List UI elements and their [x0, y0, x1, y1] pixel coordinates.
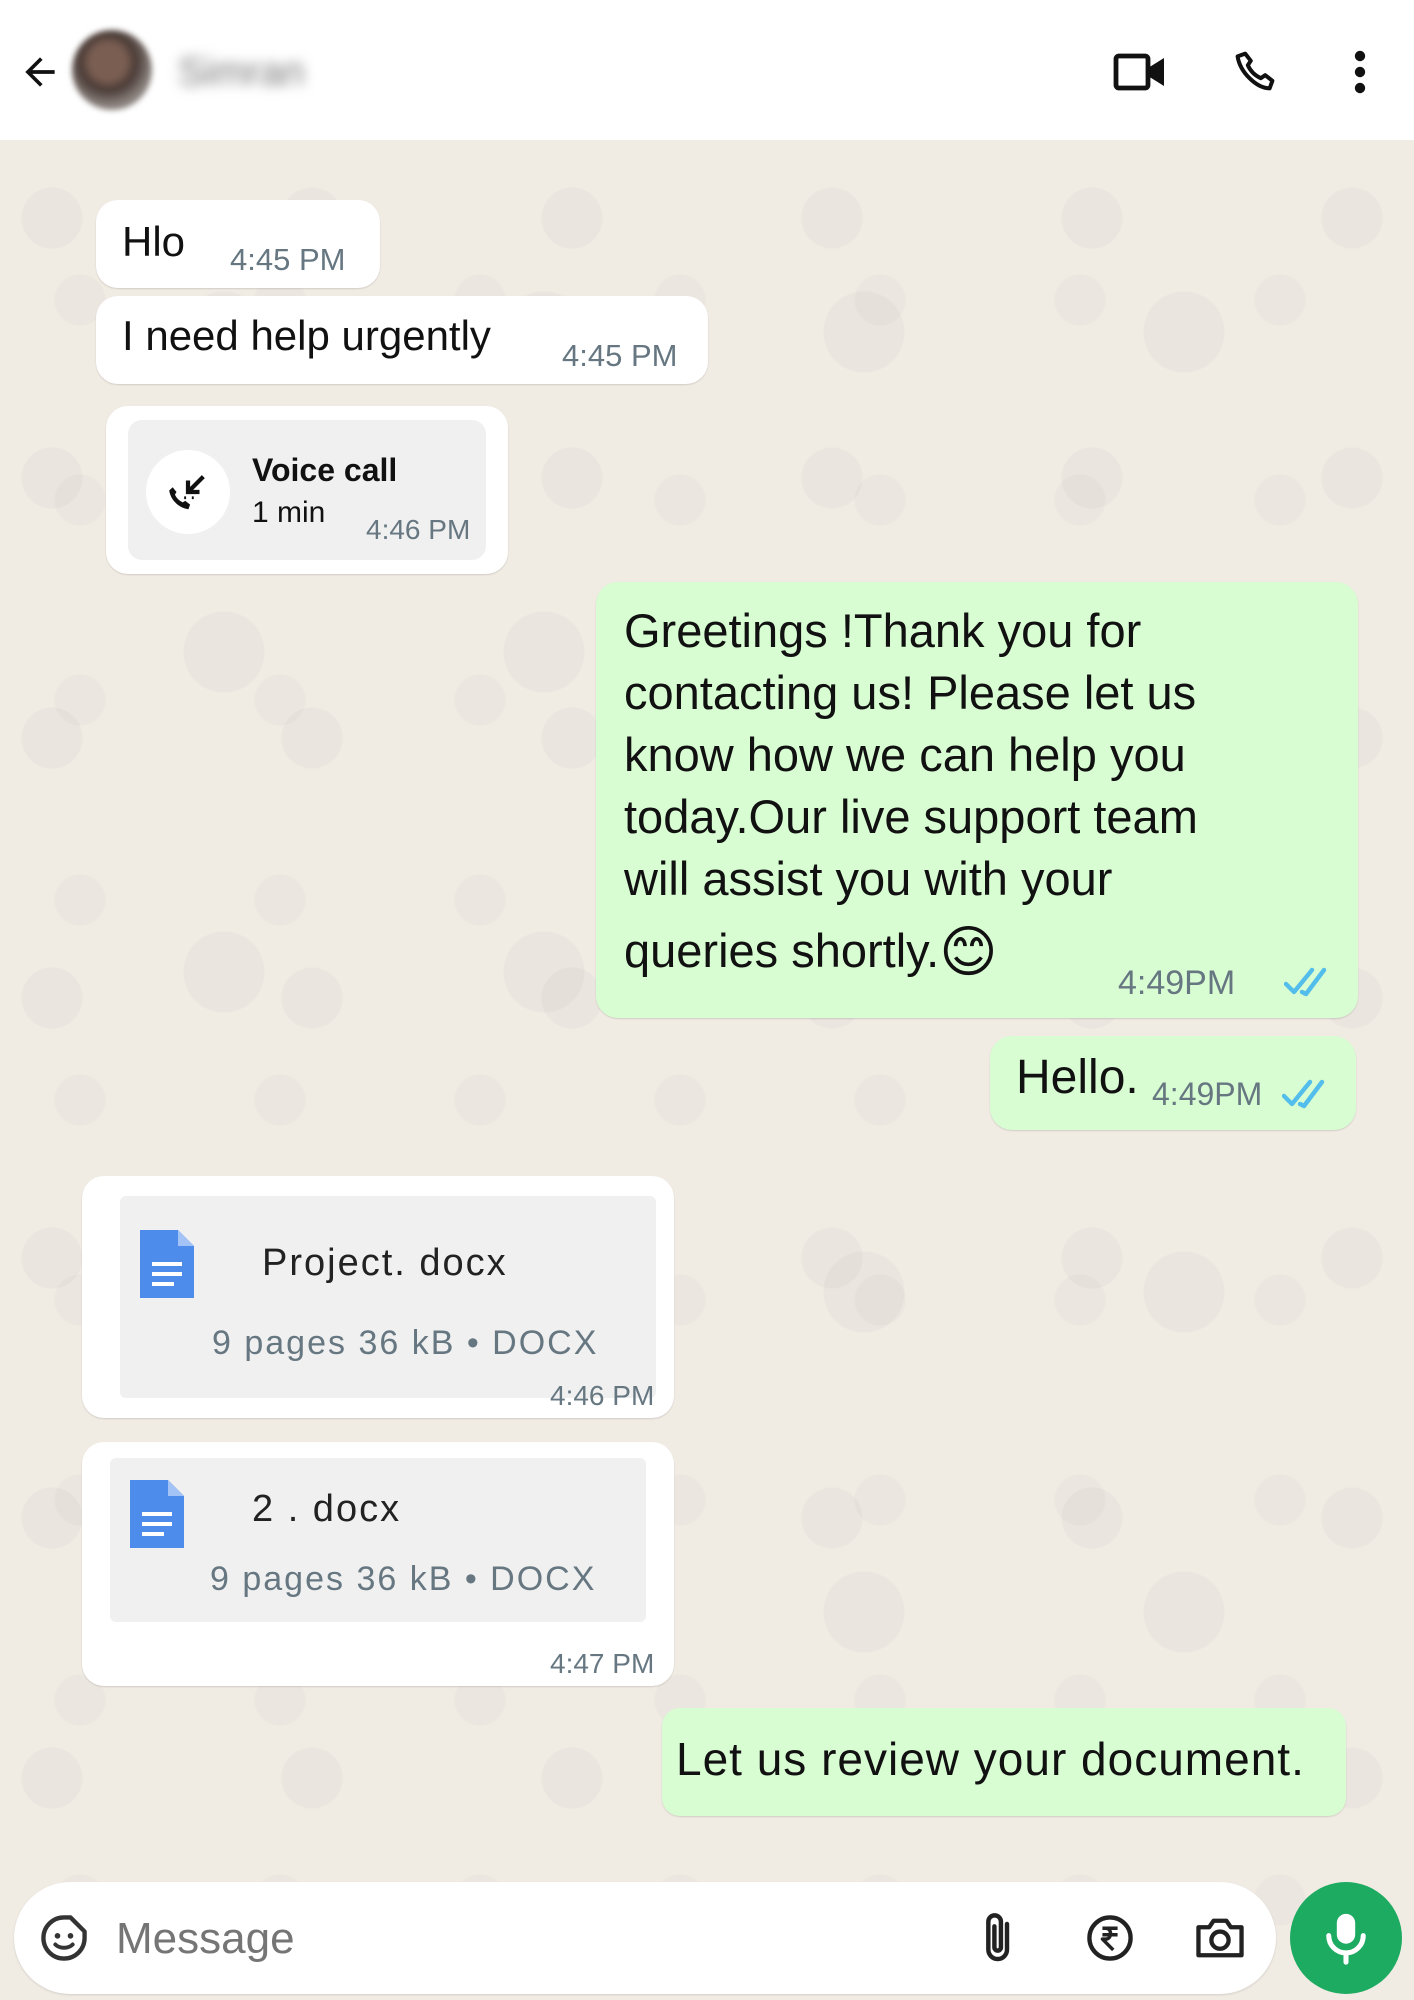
message-line: will assist you with your [624, 852, 1113, 905]
attach-icon[interactable] [978, 1910, 1022, 1971]
document-file-icon [126, 1476, 188, 1557]
message-input[interactable] [114, 1902, 878, 1976]
mic-button[interactable] [1290, 1882, 1402, 1994]
message-line: contacting us! Please let us [624, 666, 1197, 719]
voice-call-bubble[interactable]: Voice call 1 min 4:46 PM [106, 406, 508, 574]
voice-call-title: Voice call [252, 452, 398, 488]
message-bubble-outgoing[interactable]: Greetings !Thank you for contacting us! … [596, 582, 1358, 1018]
document-card[interactable]: Project. docx 9 pages 36 kB • DOCX [120, 1196, 656, 1398]
phone-icon[interactable] [1228, 44, 1284, 100]
back-arrow-icon[interactable] [12, 44, 68, 100]
message-bubble-incoming[interactable]: I need help urgently 4:45 PM [96, 296, 708, 384]
message-bubble-outgoing[interactable]: Hello. 4:49PM [990, 1036, 1356, 1130]
message-time: 4:46 PM [366, 514, 471, 545]
document-name: 2 . docx [252, 1488, 402, 1530]
video-call-icon[interactable] [1108, 44, 1172, 100]
message-time: 4:45 PM [230, 242, 346, 277]
chat-header: Simran [0, 0, 1414, 140]
message-time: 4:46 PM [550, 1380, 655, 1411]
message-line: know how we can help you [624, 728, 1186, 781]
message-text: Hello. [1016, 1051, 1139, 1104]
mic-icon [1326, 1913, 1366, 1965]
message-line: queries shortly. [624, 924, 940, 977]
message-bubble-incoming[interactable]: Hlo 4:45 PM [96, 200, 380, 288]
message-time: 4:47 PM [550, 1648, 655, 1679]
message-composer [14, 1882, 1276, 1994]
document-file-icon [136, 1226, 198, 1307]
message-text: I need help urgently [122, 312, 491, 359]
voice-call-duration: 1 min [252, 496, 326, 529]
message-line: today.Our live support team [624, 790, 1198, 843]
camera-icon[interactable] [1192, 1912, 1248, 1969]
document-bubble[interactable]: Project. docx 9 pages 36 kB • DOCX 4:46 … [82, 1176, 674, 1418]
message-bubble-outgoing[interactable]: Let us review your document. [662, 1708, 1346, 1816]
smiley-emoji: 😊 [939, 920, 998, 983]
document-card[interactable]: 2 . docx 9 pages 36 kB • DOCX [110, 1458, 646, 1622]
message-text: Let us review your document. [676, 1733, 1305, 1785]
message-time: 4:45 PM [562, 338, 678, 373]
contact-name[interactable]: Simran [178, 50, 305, 95]
avatar[interactable] [72, 30, 152, 110]
message-line: Greetings !Thank you for [624, 604, 1142, 657]
voice-call-card[interactable]: Voice call 1 min 4:46 PM [128, 420, 486, 560]
more-vertical-icon[interactable] [1340, 44, 1380, 100]
missed-call-icon [146, 450, 230, 534]
message-time: 4:49PM [1118, 964, 1236, 1002]
message-text-block: Greetings !Thank you for contacting us! … [624, 600, 1198, 983]
read-ticks-icon [1281, 1078, 1336, 1117]
document-meta: 9 pages 36 kB • DOCX [212, 1324, 599, 1362]
message-time: 4:49PM [1152, 1076, 1263, 1112]
document-name: Project. docx [262, 1242, 508, 1284]
read-ticks-icon [1283, 966, 1338, 1005]
document-meta: 9 pages 36 kB • DOCX [210, 1560, 597, 1598]
message-line-last: queries shortly.😊 [624, 920, 1198, 983]
rupee-payment-icon[interactable] [1084, 1912, 1136, 1969]
message-text: Hlo [122, 218, 186, 265]
sticker-icon[interactable] [38, 1912, 90, 1969]
document-bubble[interactable]: 2 . docx 9 pages 36 kB • DOCX 4:47 PM [82, 1442, 674, 1686]
